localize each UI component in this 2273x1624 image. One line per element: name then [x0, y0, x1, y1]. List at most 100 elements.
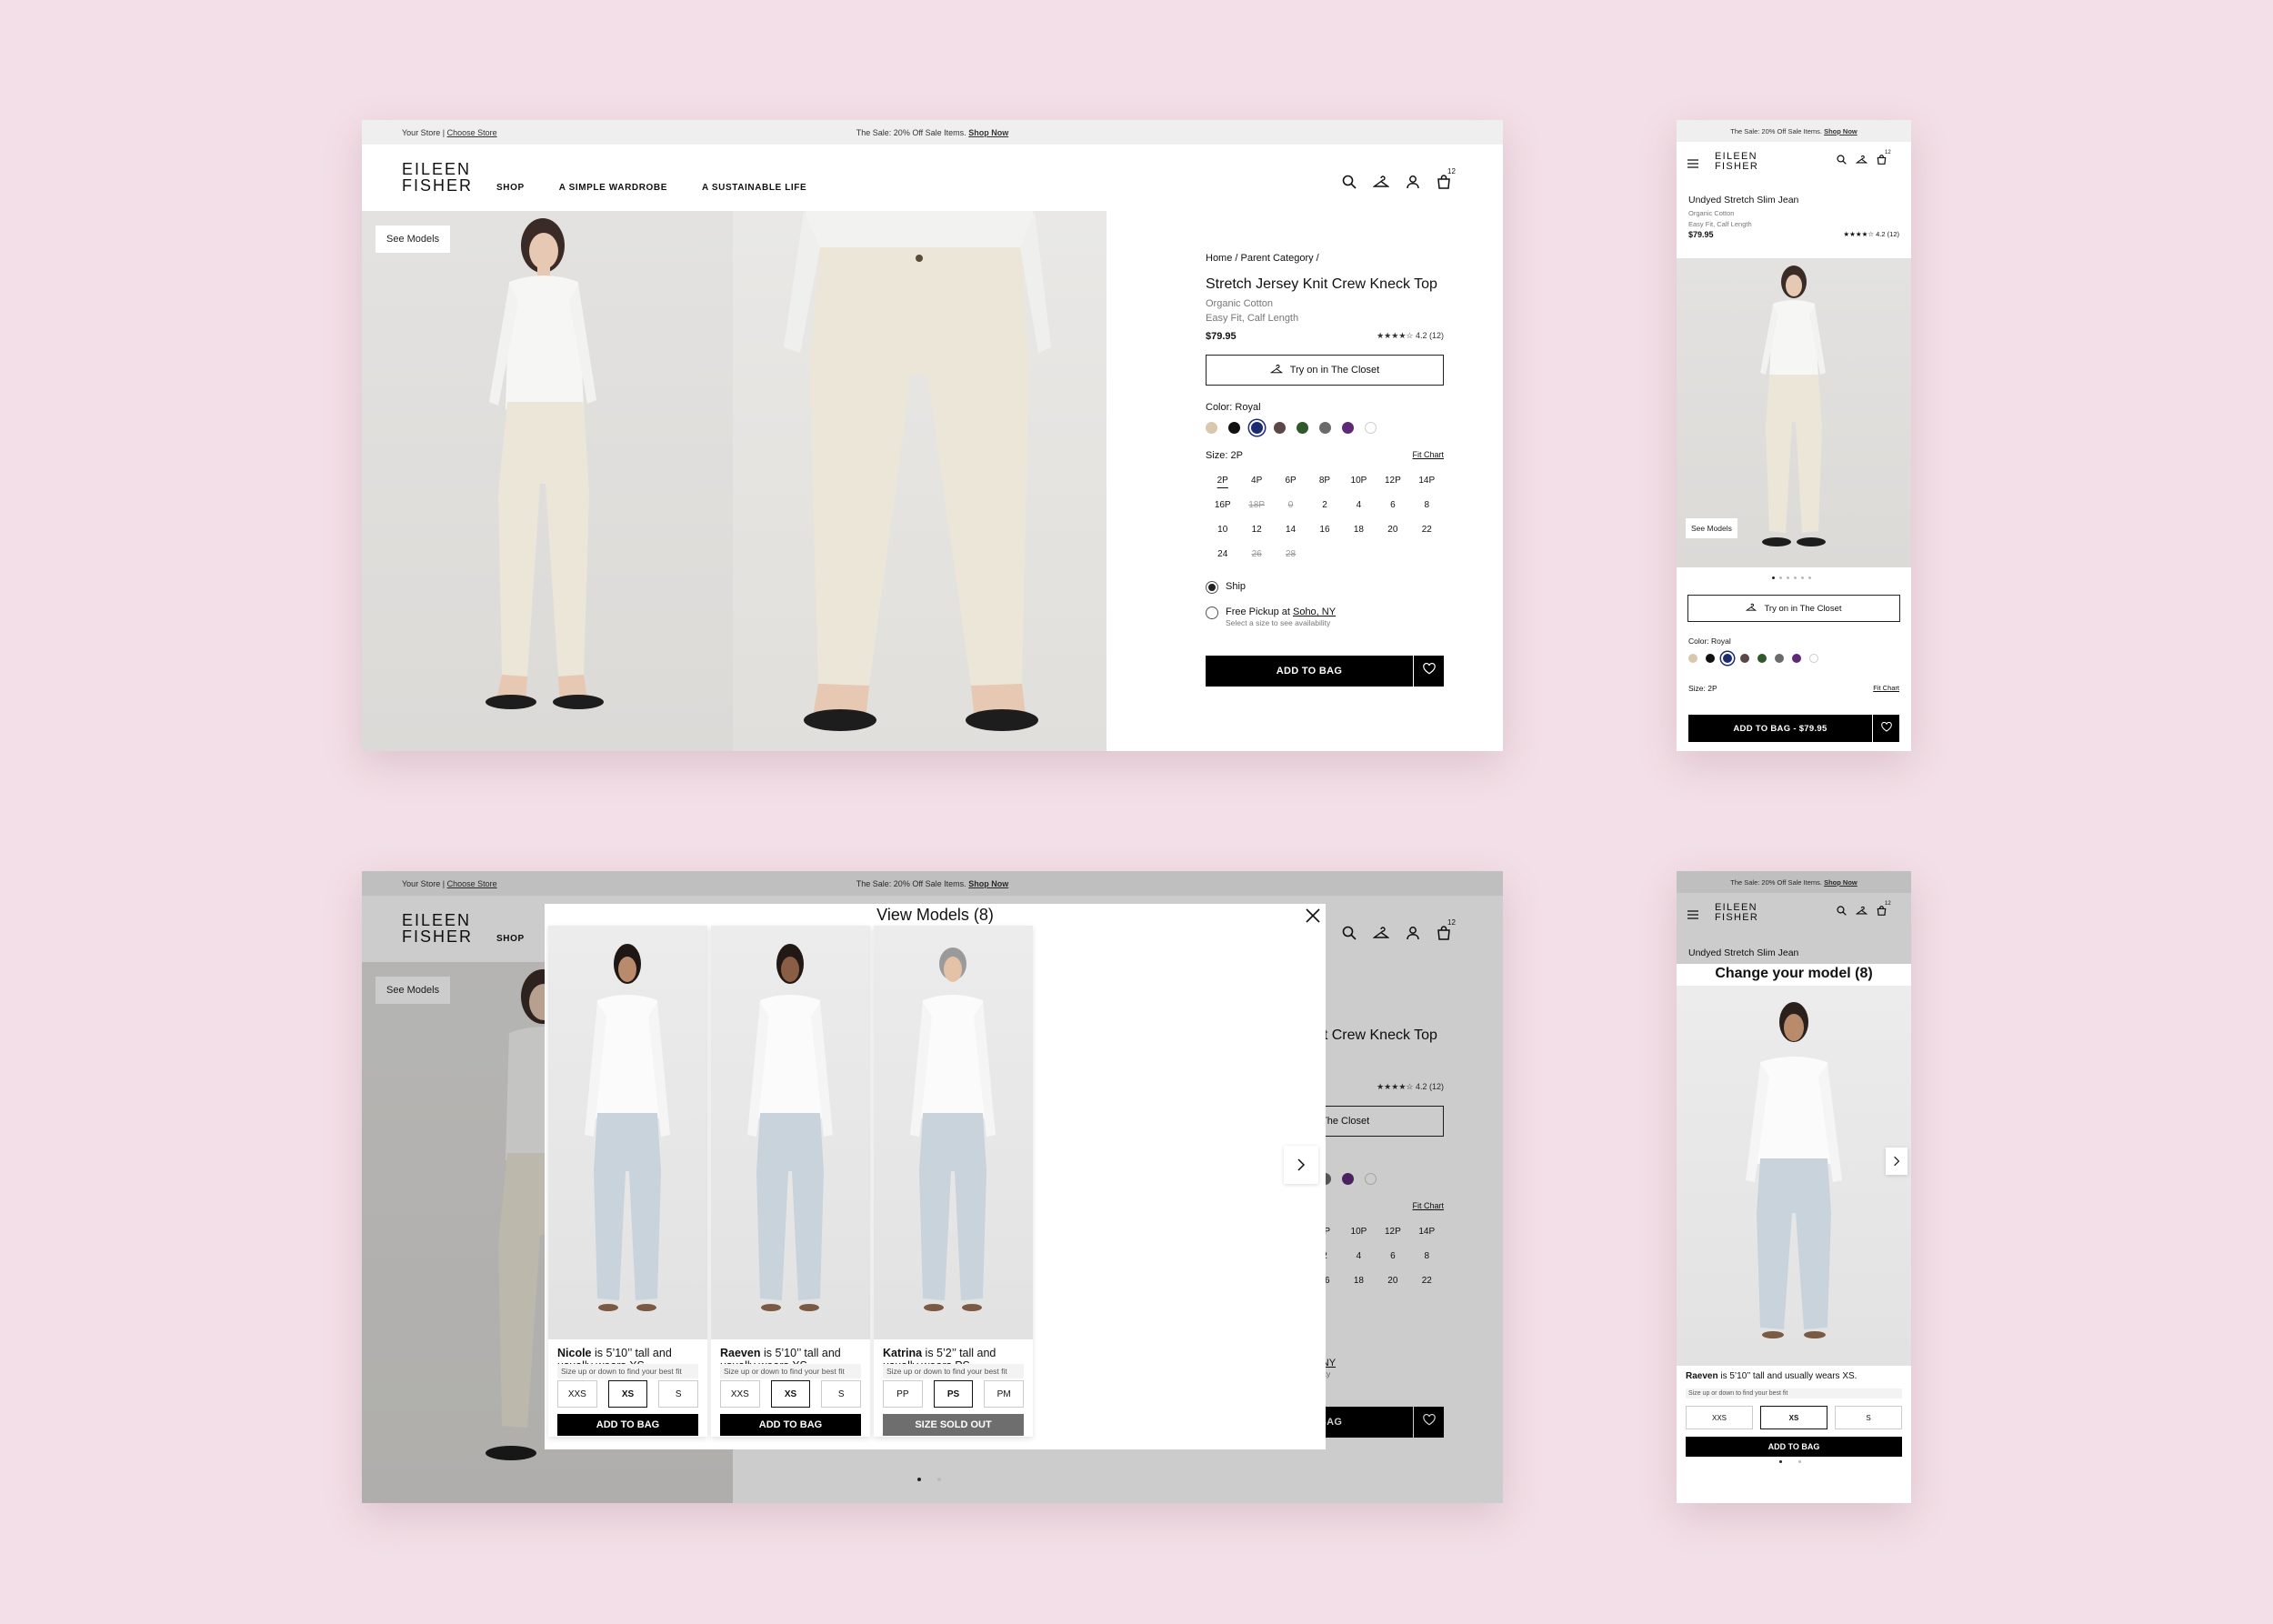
size-option[interactable]: 4: [1342, 500, 1376, 510]
size-option[interactable]: 26: [1239, 549, 1273, 559]
account-icon[interactable]: [1406, 175, 1420, 189]
size-option[interactable]: 28: [1274, 549, 1307, 559]
size-option[interactable]: 8P: [1307, 476, 1341, 486]
size-option-button[interactable]: XXS: [720, 1380, 760, 1408]
size-option[interactable]: 18P: [1239, 500, 1273, 510]
add-to-bag-button[interactable]: ADD TO BAG: [1206, 656, 1413, 687]
carousel-dot[interactable]: [1779, 576, 1782, 579]
carousel-dot[interactable]: [1808, 576, 1811, 579]
next-arrow-icon[interactable]: [1284, 1146, 1318, 1184]
ship-option[interactable]: Ship: [1206, 581, 1444, 594]
model-image[interactable]: [874, 926, 1033, 1339]
color-swatch[interactable]: [1206, 422, 1217, 434]
size-option[interactable]: 24: [1206, 549, 1239, 559]
shop-now-link[interactable]: Shop Now: [1824, 127, 1857, 135]
color-swatch[interactable]: [1688, 654, 1697, 663]
size-option[interactable]: 2: [1307, 500, 1341, 510]
size-option-button[interactable]: PM: [984, 1380, 1025, 1408]
color-swatch[interactable]: [1757, 654, 1767, 663]
size-option[interactable]: 14: [1274, 525, 1307, 535]
model-image[interactable]: [711, 926, 870, 1339]
fit-chart-link[interactable]: Fit Chart: [1412, 450, 1444, 461]
size-option[interactable]: 20: [1376, 525, 1409, 535]
model-image[interactable]: [548, 926, 707, 1339]
size-sold-out-button[interactable]: SIZE SOLD OUT: [883, 1414, 1024, 1436]
shop-now-link[interactable]: Shop Now: [968, 128, 1008, 137]
color-swatch[interactable]: [1319, 422, 1331, 434]
color-swatch[interactable]: [1706, 654, 1715, 663]
size-option-button[interactable]: S: [821, 1380, 862, 1408]
color-swatch[interactable]: [1775, 654, 1784, 663]
product-image-2[interactable]: [733, 211, 1106, 751]
size-option[interactable]: 10: [1206, 525, 1239, 535]
size-option-button[interactable]: PS: [933, 1380, 974, 1408]
search-icon[interactable]: [1837, 155, 1847, 165]
pickup-radio[interactable]: [1206, 606, 1218, 619]
size-option-button[interactable]: S: [1835, 1406, 1902, 1429]
size-option-button[interactable]: XXS: [557, 1380, 597, 1408]
color-swatch[interactable]: [1740, 654, 1749, 663]
add-to-bag-button[interactable]: ADD TO BAG: [1686, 1437, 1902, 1457]
carousel-dot[interactable]: [1801, 576, 1804, 579]
size-option[interactable]: 4P: [1239, 476, 1273, 486]
carousel-dot[interactable]: [1779, 1460, 1782, 1463]
size-option[interactable]: 14P: [1410, 476, 1444, 486]
hamburger-menu-icon[interactable]: [1687, 156, 1698, 173]
wishlist-button[interactable]: [1413, 656, 1444, 687]
breadcrumb[interactable]: Home / Parent Category /: [1206, 253, 1444, 264]
size-option[interactable]: 0: [1274, 500, 1307, 510]
size-option[interactable]: 6: [1376, 500, 1409, 510]
size-option-button[interactable]: PP: [883, 1380, 923, 1408]
see-models-button[interactable]: See Models: [1686, 518, 1737, 538]
size-option[interactable]: 16: [1307, 525, 1341, 535]
size-option[interactable]: 22: [1410, 525, 1444, 535]
size-option[interactable]: 12P: [1376, 476, 1409, 486]
size-option[interactable]: 16P: [1206, 500, 1239, 510]
search-icon[interactable]: [1342, 175, 1357, 189]
carousel-dot[interactable]: [1794, 576, 1797, 579]
color-swatch[interactable]: [1342, 422, 1354, 434]
size-option-button[interactable]: XS: [1760, 1406, 1827, 1429]
carousel-dot[interactable]: [917, 1478, 921, 1481]
carousel-dot[interactable]: [1798, 1460, 1801, 1463]
size-option[interactable]: 12: [1239, 525, 1273, 535]
ship-radio[interactable]: [1206, 581, 1218, 594]
carousel-dot[interactable]: [1772, 576, 1775, 579]
bag-icon[interactable]: 12: [1877, 150, 1891, 165]
color-swatch[interactable]: [1228, 422, 1240, 434]
try-on-button[interactable]: Try on in The Closet: [1206, 355, 1444, 386]
size-option[interactable]: 10P: [1342, 476, 1376, 486]
add-to-bag-button[interactable]: ADD TO BAG: [720, 1414, 861, 1436]
size-option[interactable]: 8: [1410, 500, 1444, 510]
color-swatch[interactable]: [1792, 654, 1801, 663]
size-option[interactable]: 6P: [1274, 476, 1307, 486]
hanger-icon[interactable]: [1856, 155, 1867, 165]
pickup-location-link[interactable]: Soho, NY: [1293, 606, 1336, 617]
add-to-bag-button[interactable]: ADD TO BAG - $79.95: [1688, 715, 1872, 742]
carousel-dot[interactable]: [1787, 576, 1789, 579]
color-swatch[interactable]: [1365, 422, 1377, 434]
rating[interactable]: ★★★★☆ 4.2 (12): [1843, 230, 1899, 239]
model-image[interactable]: [1677, 986, 1911, 1366]
brand-logo[interactable]: EILEEN FISHER: [1715, 152, 1758, 172]
size-option[interactable]: 18: [1342, 525, 1376, 535]
next-arrow-icon[interactable]: [1886, 1148, 1908, 1175]
size-option-button[interactable]: XS: [607, 1380, 648, 1408]
color-swatch[interactable]: [1297, 422, 1308, 434]
color-swatch[interactable]: [1723, 654, 1732, 663]
color-swatch[interactable]: [1274, 422, 1286, 434]
wishlist-button[interactable]: [1872, 715, 1899, 742]
nav-shop[interactable]: SHOP: [496, 183, 525, 193]
product-image-1[interactable]: [362, 211, 733, 751]
nav-simple-wardrobe[interactable]: A SIMPLE WARDROBE: [559, 183, 667, 193]
size-option-button[interactable]: XS: [770, 1380, 811, 1408]
carousel-dot[interactable]: [937, 1478, 941, 1481]
color-swatch[interactable]: [1809, 654, 1818, 663]
see-models-button[interactable]: See Models: [375, 226, 451, 253]
bag-icon[interactable]: 12: [1437, 167, 1456, 189]
size-option-button[interactable]: XXS: [1686, 1406, 1753, 1429]
add-to-bag-button[interactable]: ADD TO BAG: [557, 1414, 698, 1436]
rating[interactable]: ★★★★☆ 4.2 (12): [1377, 331, 1444, 342]
nav-sustainable-life[interactable]: A SUSTAINABLE LIFE: [702, 183, 806, 193]
try-on-button[interactable]: Try on in The Closet: [1687, 595, 1900, 622]
